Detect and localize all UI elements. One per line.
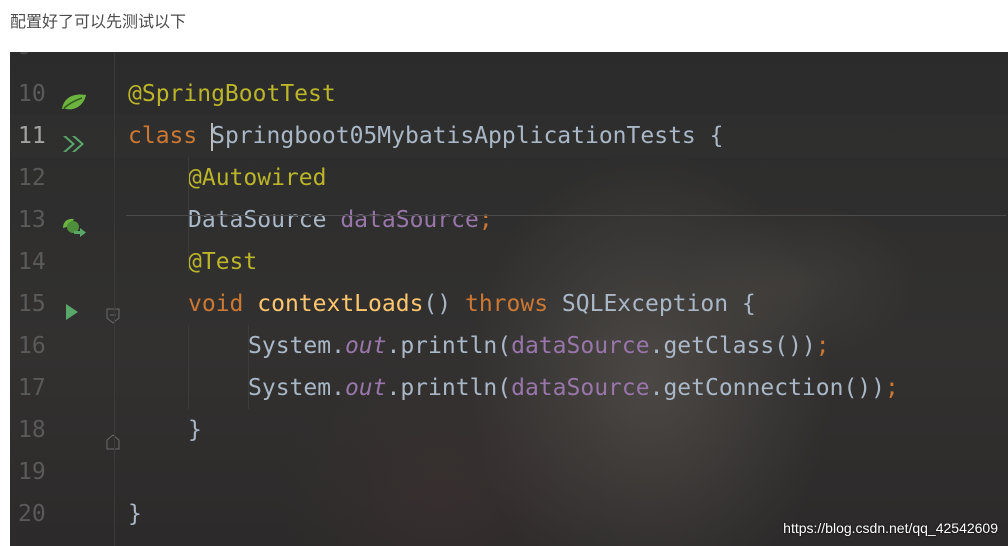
code-text[interactable]: System.out.println(dataSource.getClass()…	[248, 325, 830, 367]
method-call-token: .println(	[386, 333, 512, 359]
code-text[interactable]: }	[128, 493, 142, 535]
code-line[interactable]: 16 System.out.println(dataSource.getClas…	[10, 325, 1008, 367]
code-line[interactable]: 15 void contextLoads() throws SQLExcepti…	[10, 283, 1008, 325]
code-text[interactable]: class Springboot05MybatisApplicationTest…	[128, 115, 723, 157]
semicolon-token: ;	[478, 207, 493, 233]
keyword-token: throws	[464, 291, 562, 317]
code-line-current[interactable]: 11 class Springboot05MybatisApplicationT…	[10, 115, 1008, 157]
brace-token: }	[188, 417, 202, 443]
code-text[interactable]: @Autowired	[188, 157, 326, 199]
static-field-token: out	[344, 333, 387, 359]
brace-token: }	[128, 501, 142, 527]
watermark: https://blog.csdn.net/qq_42542609	[783, 520, 998, 536]
semicolon-token: ;	[815, 333, 830, 359]
code-text[interactable]: void contextLoads() throws SQLException …	[188, 283, 756, 325]
semicolon-token: ;	[885, 375, 899, 401]
code-line[interactable]: 19	[10, 451, 1008, 493]
keyword-token: void	[188, 291, 258, 317]
annotation-token: @Autowired	[188, 165, 327, 191]
keyword-token: class	[128, 123, 212, 149]
method-call-token: .println(	[386, 375, 512, 401]
annotation-token: @Test	[188, 249, 258, 275]
field-token: dataSource	[340, 207, 479, 233]
code-line[interactable]: 18 }	[10, 409, 1008, 451]
class-ref-token: System.	[248, 375, 345, 401]
code-line[interactable]: 17 System.out.println(dataSource.getConn…	[10, 367, 1008, 409]
parens-token: ()	[423, 291, 465, 317]
class-ref-token: System.	[248, 333, 345, 359]
code-text[interactable]: }	[188, 409, 202, 451]
code-line[interactable]: 9	[10, 52, 1008, 68]
post-caption: 配置好了可以先测试以下	[10, 12, 187, 31]
brace-token: {	[695, 123, 724, 149]
code-text[interactable]: System.out.println(dataSource.getConnect…	[248, 367, 899, 409]
field-separator-line	[126, 215, 1006, 216]
code-line[interactable]: 13 DataSource dataSource;	[10, 199, 1008, 241]
code-line[interactable]: 12 @Autowired	[10, 157, 1008, 199]
code-line[interactable]: 14 @Test	[10, 241, 1008, 283]
indent-guide	[188, 325, 189, 409]
code-text[interactable]: DataSource dataSource;	[188, 199, 493, 241]
method-call-token: .getClass())	[649, 333, 816, 359]
annotation-token: @SpringBootTest	[128, 81, 336, 107]
code-text[interactable]: @SpringBootTest	[128, 73, 336, 115]
editor-gutter	[10, 52, 115, 546]
code-line[interactable]: 10 @SpringBootTest	[10, 73, 1008, 115]
field-token: dataSource	[511, 375, 650, 401]
indent-guide	[188, 157, 189, 271]
class-name-token: pringboot05MybatisApplicationTests	[224, 123, 696, 149]
exception-token: SQLException {	[561, 291, 756, 317]
method-call-token: .getConnection())	[649, 375, 885, 401]
method-name-token: contextLoads	[257, 291, 424, 317]
code-text[interactable]: @Test	[188, 241, 257, 283]
field-token: dataSource	[511, 333, 650, 359]
static-field-token: out	[344, 375, 387, 401]
type-token: DataSource	[188, 207, 341, 233]
indent-guide	[248, 325, 249, 409]
code-editor[interactable]: 9 10 @SpringBootTest 11 class Springboot…	[10, 52, 1008, 546]
class-name-first-char: S	[211, 123, 225, 149]
